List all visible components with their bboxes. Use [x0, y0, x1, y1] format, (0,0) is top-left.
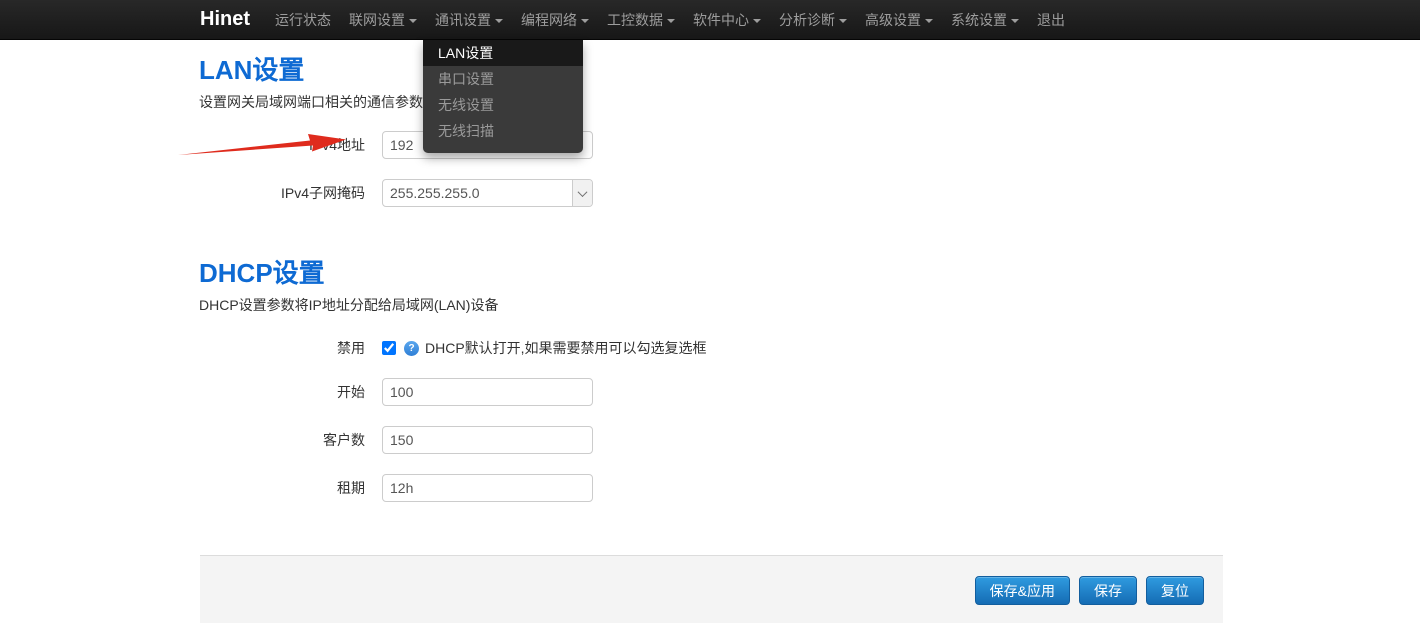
dropdown-item-lan-settings[interactable]: LAN设置	[423, 40, 583, 66]
nav-list: 运行状态 联网设置 通讯设置 编程网络 工控数据 软件中心	[266, 0, 1074, 40]
caret-down-icon	[495, 19, 503, 23]
nav-item-run-status[interactable]: 运行状态	[266, 0, 340, 40]
dhcp-lease-input[interactable]	[382, 474, 593, 502]
dhcp-section-header: DHCP设置 DHCP设置参数将IP地址分配给局域网(LAN)设备	[199, 260, 498, 315]
footer-action-bar: 保存&应用 保存 复位	[200, 555, 1223, 623]
nav-item-label: 联网设置	[349, 10, 405, 30]
brand-logo[interactable]: Hinet	[200, 8, 254, 31]
nav-item-label: 退出	[1037, 10, 1065, 30]
dhcp-start-row: 开始	[200, 378, 707, 406]
dhcp-form: 禁用 ? DHCP默认打开,如果需要禁用可以勾选复选框 开始 客户数 租期	[200, 334, 707, 522]
nav-item-programming-network[interactable]: 编程网络	[512, 0, 598, 40]
save-and-apply-button[interactable]: 保存&应用	[975, 576, 1070, 605]
question-mark-circle-icon[interactable]: ?	[404, 341, 419, 356]
nav-item-label: 编程网络	[521, 10, 577, 30]
ipv4-address-label: IPv4地址	[200, 135, 382, 155]
ipv4-netmask-value: 255.255.255.0	[383, 185, 572, 201]
nav-item-comm-settings[interactable]: 通讯设置	[426, 0, 512, 40]
nav-item-label: 系统设置	[951, 10, 1007, 30]
lan-section-title: LAN设置	[199, 57, 423, 84]
nav-item-label: 工控数据	[607, 10, 663, 30]
dropdown-item-wireless-scan[interactable]: 无线扫描	[423, 118, 583, 144]
dhcp-start-label: 开始	[200, 382, 382, 402]
caret-down-icon	[667, 19, 675, 23]
dhcp-disable-checkbox[interactable]	[382, 341, 396, 355]
comm-settings-dropdown: LAN设置 串口设置 无线设置 无线扫描	[423, 40, 583, 153]
ipv4-netmask-select[interactable]: 255.255.255.0	[382, 179, 593, 207]
caret-down-icon	[753, 19, 761, 23]
nav-item-label: 运行状态	[275, 10, 331, 30]
nav-item-label: 高级设置	[865, 10, 921, 30]
save-button[interactable]: 保存	[1079, 576, 1137, 605]
caret-down-icon	[409, 19, 417, 23]
nav-item-network-settings[interactable]: 联网设置	[340, 0, 426, 40]
ipv4-netmask-row: IPv4子网掩码 255.255.255.0	[200, 179, 593, 207]
nav-item-advanced-settings[interactable]: 高级设置	[856, 0, 942, 40]
dhcp-clients-label: 客户数	[200, 430, 382, 450]
navbar: Hinet 运行状态 联网设置 通讯设置 编程网络 工控数据 软件中	[0, 0, 1420, 40]
caret-down-icon	[839, 19, 847, 23]
dhcp-clients-row: 客户数	[200, 426, 707, 454]
lan-section-header: LAN设置 设置网关局域网端口相关的通信参数	[199, 57, 423, 112]
lan-section-subtitle: 设置网关局域网端口相关的通信参数	[199, 92, 423, 112]
nav-item-system-settings[interactable]: 系统设置	[942, 0, 1028, 40]
dhcp-section-title: DHCP设置	[199, 260, 498, 287]
dhcp-lease-row: 租期	[200, 474, 707, 502]
select-arrow-button	[572, 180, 592, 206]
nav-item-software-center[interactable]: 软件中心	[684, 0, 770, 40]
dhcp-help-text: DHCP默认打开,如果需要禁用可以勾选复选框	[425, 338, 707, 358]
nav-item-industrial-data[interactable]: 工控数据	[598, 0, 684, 40]
caret-down-icon	[581, 19, 589, 23]
nav-item-label: 分析诊断	[779, 10, 835, 30]
nav-item-logout[interactable]: 退出	[1028, 0, 1074, 40]
chevron-down-icon	[578, 187, 588, 197]
dhcp-disable-label: 禁用	[200, 338, 382, 358]
dhcp-section-subtitle: DHCP设置参数将IP地址分配给局域网(LAN)设备	[199, 295, 498, 315]
ipv4-netmask-label: IPv4子网掩码	[200, 183, 382, 203]
dropdown-item-wireless-settings[interactable]: 无线设置	[423, 92, 583, 118]
caret-down-icon	[1011, 19, 1019, 23]
page: Hinet 运行状态 联网设置 通讯设置 编程网络 工控数据 软件中	[0, 0, 1420, 625]
reset-button[interactable]: 复位	[1146, 576, 1204, 605]
nav-item-label: 软件中心	[693, 10, 749, 30]
dhcp-start-input[interactable]	[382, 378, 593, 406]
nav-item-analysis-diagnosis[interactable]: 分析诊断	[770, 0, 856, 40]
dropdown-item-serial-settings[interactable]: 串口设置	[423, 66, 583, 92]
nav-item-label: 通讯设置	[435, 10, 491, 30]
dhcp-lease-label: 租期	[200, 478, 382, 498]
dhcp-clients-input[interactable]	[382, 426, 593, 454]
caret-down-icon	[925, 19, 933, 23]
dhcp-disable-row: 禁用 ? DHCP默认打开,如果需要禁用可以勾选复选框	[200, 334, 707, 362]
